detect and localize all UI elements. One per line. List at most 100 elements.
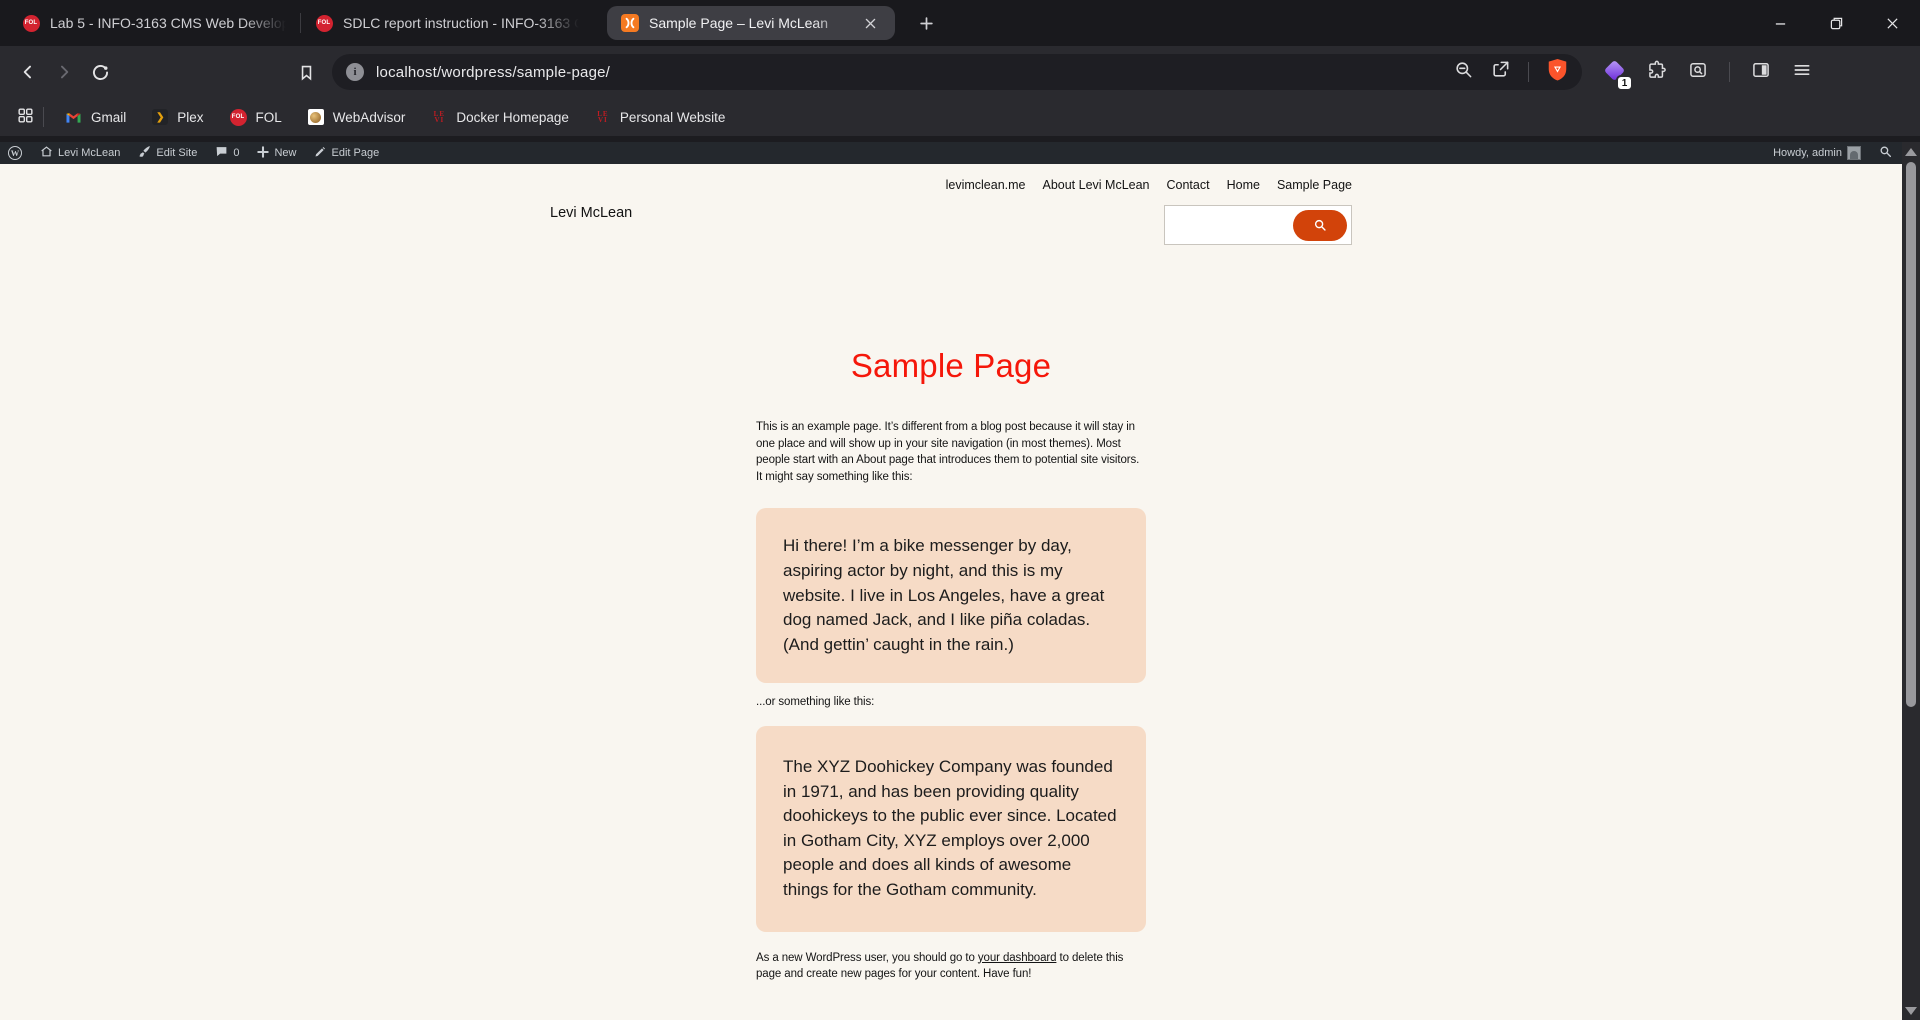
nav-about[interactable]: About Levi McLean [1042, 178, 1149, 192]
wp-comments-count: 0 [233, 147, 239, 159]
minimize-button[interactable] [1752, 0, 1808, 46]
bookmark-webadvisor[interactable]: WebAdvisor [295, 103, 419, 131]
browser-window: FOL Lab 5 - INFO-3163 CMS Web Develop FO… [0, 0, 1920, 1020]
tab-close-icon[interactable] [859, 12, 881, 34]
xampp-favicon [621, 14, 639, 32]
forward-button[interactable] [46, 54, 82, 90]
wp-new-label: New [274, 147, 296, 159]
bookmark-label: Personal Website [620, 110, 726, 125]
extensions-icon[interactable] [1647, 60, 1667, 85]
url-text[interactable]: localhost/wordpress/sample-page/ [376, 64, 1442, 81]
browser-toolbar: i localhost/wordpress/sample-page/ 1 [0, 46, 1920, 98]
plex-icon: ❯ [152, 109, 168, 125]
divider [43, 107, 44, 127]
wordpress-icon: W [8, 146, 22, 160]
nav-levimclean-me[interactable]: levimclean.me [946, 178, 1026, 192]
apps-grid-icon[interactable] [16, 106, 35, 128]
article: Sample Page This is an example page. It’… [756, 346, 1146, 983]
site-title[interactable]: Levi McLean [550, 205, 632, 245]
reload-button[interactable] [82, 54, 118, 90]
wp-search-icon[interactable] [1879, 145, 1892, 161]
outro-paragraph: As a new WordPress user, you should go t… [756, 950, 1146, 983]
zoom-icon[interactable] [1454, 60, 1473, 84]
share-icon[interactable] [1491, 60, 1510, 84]
plus-icon [257, 146, 269, 161]
tab-sdlc[interactable]: FOL SDLC report instruction - INFO-3163 … [301, 0, 593, 46]
wp-new-menu[interactable]: New [257, 146, 296, 161]
close-window-button[interactable] [1864, 0, 1920, 46]
quote-block-2: The XYZ Doohickey Company was founded in… [756, 726, 1146, 932]
brush-icon [138, 145, 151, 161]
wp-edit-site-label: Edit Site [156, 147, 197, 159]
wp-site-menu[interactable]: Levi McLean [40, 145, 120, 161]
divider [1729, 62, 1730, 82]
bookmark-label: WebAdvisor [333, 110, 406, 125]
scroll-down-arrow[interactable] [1905, 1007, 1917, 1015]
profile-badge: 1 [1616, 75, 1633, 91]
wp-edit-site[interactable]: Edit Site [138, 145, 197, 161]
levi-monogram-icon: LEVI [595, 109, 611, 125]
search-submit-button[interactable] [1293, 210, 1347, 241]
wp-howdy-label: Howdy, admin [1773, 147, 1842, 159]
bookmark-label: Docker Homepage [456, 110, 569, 125]
fol-favicon: FOL [315, 14, 333, 32]
wp-comments[interactable]: 0 [215, 145, 239, 161]
dashboard-link[interactable]: your dashboard [978, 952, 1057, 964]
site-info-icon[interactable]: i [346, 63, 364, 81]
bookmark-fol[interactable]: FOL FOL [217, 103, 295, 131]
intro-paragraph: This is an example page. It’s different … [756, 419, 1146, 485]
pencil-icon [314, 146, 326, 161]
gmail-icon [65, 110, 82, 124]
tab-bar: FOL Lab 5 - INFO-3163 CMS Web Develop FO… [0, 0, 1920, 46]
page-content: Levi McLean levimclean.me About Levi McL… [0, 164, 1902, 1020]
bookmarks-bar: Gmail ❯ Plex FOL FOL WebAdvisor LEVI Doc… [0, 98, 1920, 136]
tab-title: Lab 5 - INFO-3163 CMS Web Develop [50, 15, 286, 31]
wp-admin-bar: W Levi McLean Edit Site 0 New Edit Page [0, 142, 1902, 164]
bookmark-gmail[interactable]: Gmail [52, 103, 139, 131]
webadvisor-icon [308, 109, 324, 125]
bookmark-docker-homepage[interactable]: LEVI Docker Homepage [418, 103, 582, 131]
sidebar-toggle-icon[interactable] [1751, 60, 1771, 85]
back-button[interactable] [10, 54, 46, 90]
nav-sample-page[interactable]: Sample Page [1277, 178, 1352, 192]
nav-contact[interactable]: Contact [1167, 178, 1210, 192]
bookmark-personal-website[interactable]: LEVI Personal Website [582, 103, 739, 131]
wp-logo-menu[interactable]: W [8, 146, 22, 160]
bookmark-icon[interactable] [288, 54, 324, 90]
bookmark-plex[interactable]: ❯ Plex [139, 103, 216, 131]
new-tab-button[interactable] [911, 8, 941, 38]
fol-icon: FOL [316, 15, 333, 32]
xampp-icon [621, 14, 639, 32]
wp-howdy-menu[interactable]: Howdy, admin [1773, 146, 1861, 160]
fol-icon: FOL [23, 15, 40, 32]
scrollbar-thumb[interactable] [1906, 162, 1916, 707]
bookmark-label: Plex [177, 110, 203, 125]
page-scrollbar[interactable] [1902, 142, 1920, 1020]
divider [1528, 62, 1529, 82]
menu-icon[interactable] [1792, 60, 1812, 85]
fol-icon: FOL [230, 109, 247, 126]
between-paragraph: ...or something like this: [756, 694, 1146, 711]
toolbar-right-cluster: 1 [1604, 60, 1812, 85]
bookmark-label: FOL [256, 110, 282, 125]
bookmark-label: Gmail [91, 110, 126, 125]
profile-button[interactable]: 1 [1604, 61, 1626, 83]
restore-button[interactable] [1808, 0, 1864, 46]
tab-lab5[interactable]: FOL Lab 5 - INFO-3163 CMS Web Develop [8, 0, 300, 46]
scroll-up-arrow[interactable] [1905, 148, 1917, 156]
search-input[interactable] [1164, 205, 1352, 245]
site-header: Levi McLean levimclean.me About Levi McL… [550, 164, 1352, 245]
fol-favicon: FOL [22, 14, 40, 32]
brave-shield-icon[interactable] [1547, 58, 1568, 86]
site-nav: levimclean.me About Levi McLean Contact … [946, 178, 1352, 192]
address-bar[interactable]: i localhost/wordpress/sample-page/ [332, 54, 1582, 90]
nav-home[interactable]: Home [1227, 178, 1260, 192]
search-tabs-icon[interactable] [1688, 60, 1708, 85]
home-icon [40, 145, 53, 161]
wp-site-name: Levi McLean [58, 147, 120, 159]
tab-sample-page-active[interactable]: Sample Page – Levi McLean [607, 6, 895, 40]
quote-block-1: Hi there! I’m a bike messenger by day, a… [756, 508, 1146, 683]
avatar [1847, 146, 1861, 160]
wp-edit-page[interactable]: Edit Page [314, 146, 379, 161]
outro-text-before: As a new WordPress user, you should go t… [756, 952, 978, 964]
